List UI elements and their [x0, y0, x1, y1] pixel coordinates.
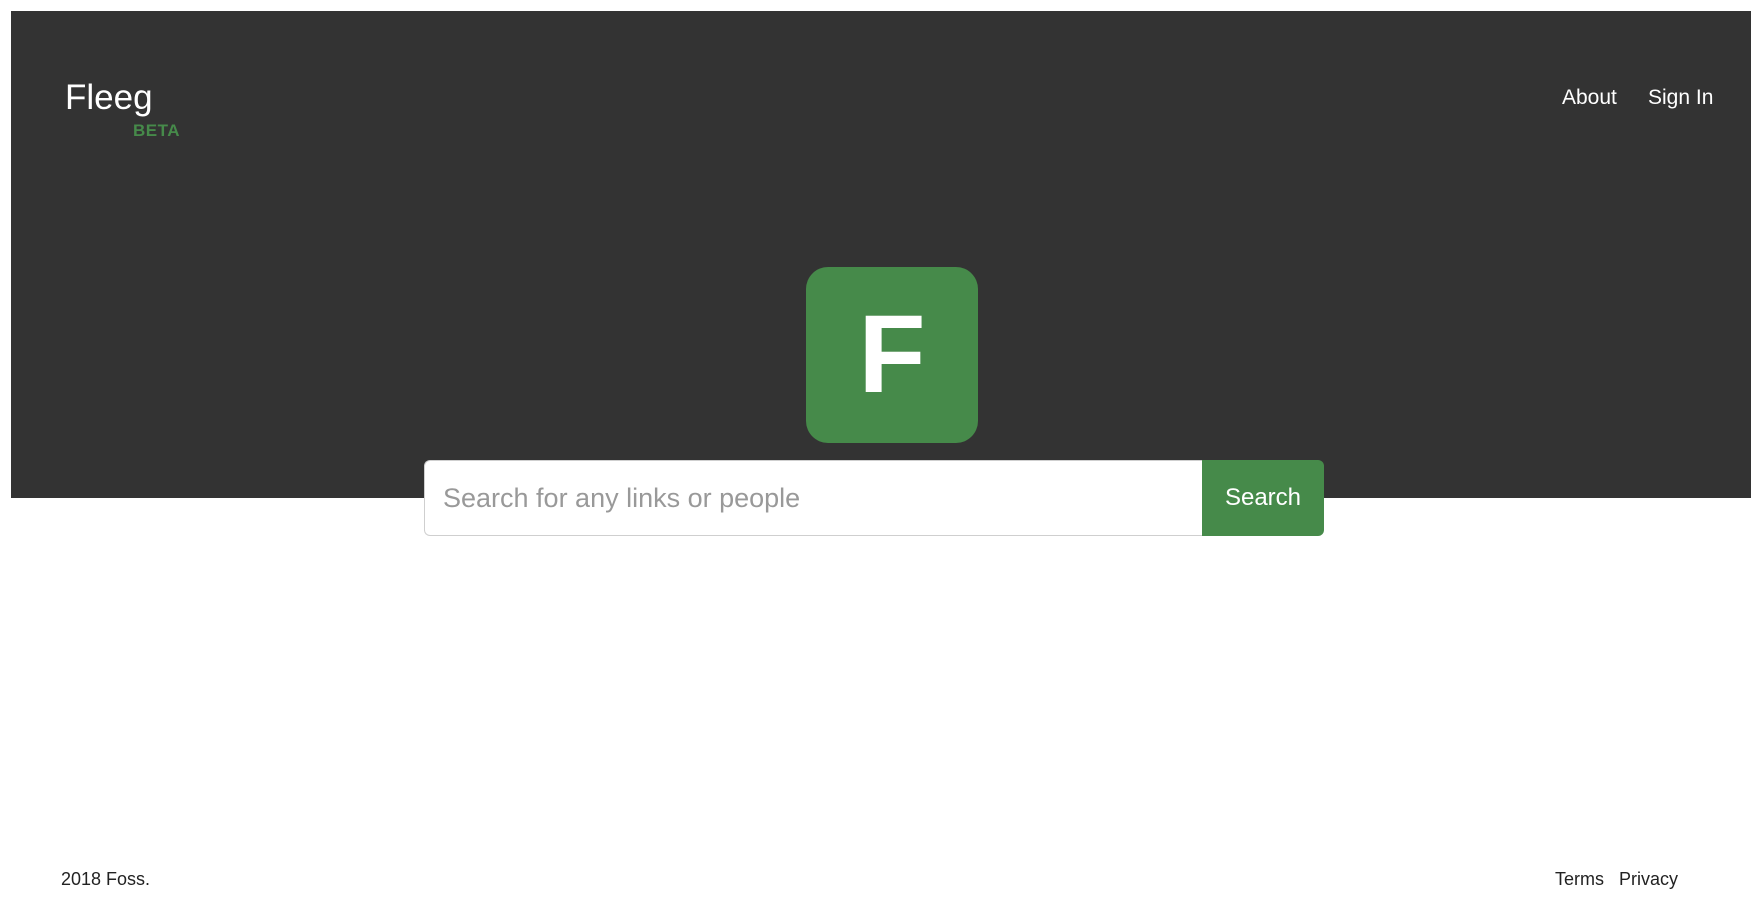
brand-logo-link[interactable]: Fleeg	[65, 78, 153, 118]
hero-banner: Fleeg BETA About Sign In F	[11, 11, 1751, 498]
app-logo-tile: F	[806, 267, 978, 443]
logo-letter: F	[858, 293, 926, 416]
search-input[interactable]	[424, 460, 1204, 536]
footer-terms-link[interactable]: Terms	[1555, 869, 1604, 889]
nav-sign-in-link[interactable]: Sign In	[1648, 86, 1713, 110]
nav-about-link[interactable]: About	[1562, 86, 1617, 110]
footer-privacy-link[interactable]: Privacy	[1619, 869, 1678, 889]
footer-copyright: 2018 Foss.	[61, 869, 151, 889]
beta-badge: BETA	[133, 121, 181, 140]
search-button[interactable]: Search	[1202, 460, 1324, 536]
